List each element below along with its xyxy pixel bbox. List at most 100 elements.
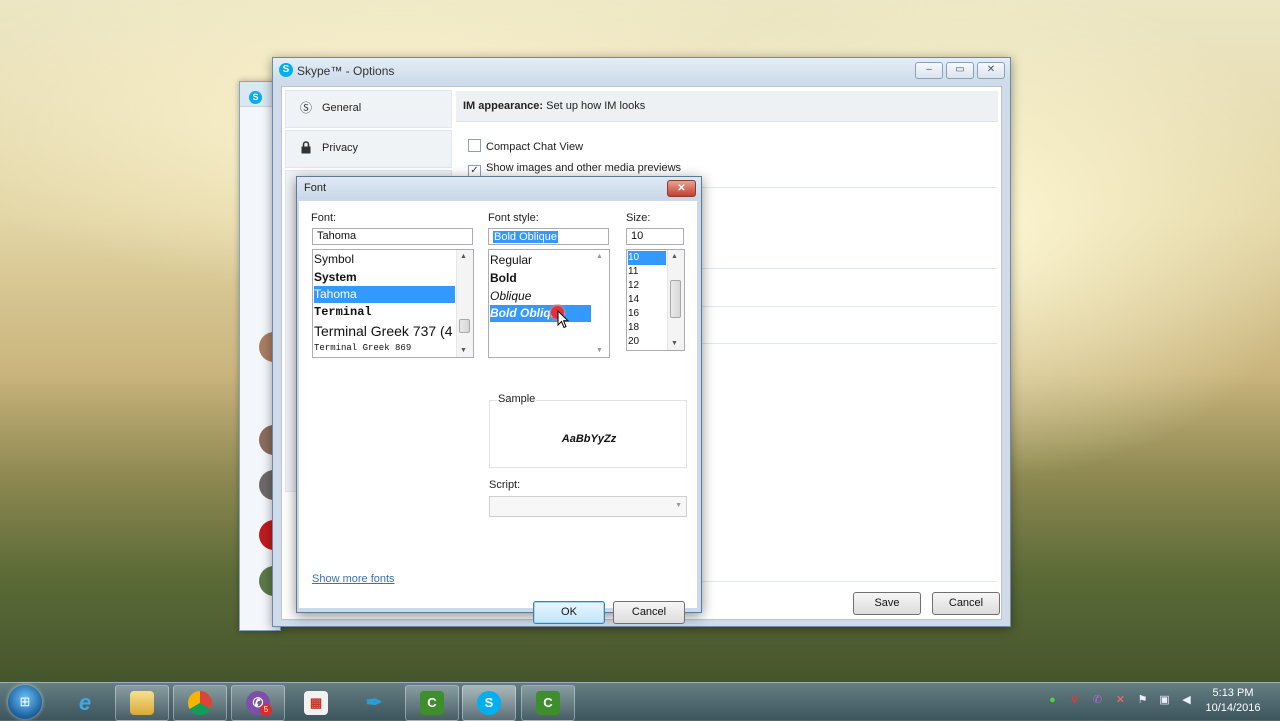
compact-chat-view-label: Compact Chat View — [486, 141, 584, 153]
skype-logo-icon: S — [279, 63, 293, 77]
font-list-item[interactable]: Symbol — [314, 251, 455, 268]
taskbar-file-explorer[interactable] — [115, 685, 169, 721]
font-style-scrollbar[interactable]: ▲ ▼ — [593, 250, 609, 357]
compact-chat-view-option[interactable]: Compact Chat View — [468, 139, 583, 153]
size-item[interactable]: 11 — [628, 265, 666, 279]
size-input[interactable] — [626, 228, 684, 245]
taskbar-office[interactable]: ▦ — [289, 685, 343, 721]
size-list-scrollbar[interactable]: ▲ ▼ — [667, 250, 684, 350]
taskbar-camtasia-recorder[interactable]: C — [521, 685, 575, 721]
save-button[interactable]: Save — [853, 592, 921, 615]
sample-text: AaBbYyZz — [561, 433, 617, 445]
file-explorer-icon — [130, 691, 154, 715]
show-more-fonts-link[interactable]: Show more fonts — [312, 573, 395, 585]
tray-vivaldi-icon[interactable]: V — [1068, 694, 1081, 707]
tray-network-error-icon[interactable]: ✕ — [1114, 694, 1127, 707]
camtasia-recorder-icon: C — [536, 691, 560, 715]
taskbar-viber[interactable]: ✆ 5 — [231, 685, 285, 721]
font-dialog-body: Font: Symbol System Tahoma Terminal Term… — [299, 201, 697, 624]
size-item[interactable]: 18 — [628, 321, 666, 335]
scroll-thumb[interactable] — [670, 280, 681, 318]
font-dialog-title: Font — [304, 182, 327, 194]
scroll-up-arrow-icon[interactable]: ▲ — [596, 253, 603, 260]
size-item[interactable]: 16 — [628, 307, 666, 321]
scroll-down-arrow-icon[interactable]: ▼ — [460, 347, 467, 354]
font-style-input[interactable]: Bold Oblique — [488, 228, 609, 245]
taskbar-chrome[interactable] — [173, 685, 227, 721]
font-list-item[interactable]: Terminal Greek 737 (4 — [314, 321, 455, 341]
font-style-item[interactable]: Regular — [490, 251, 591, 269]
close-button[interactable]: ✕ — [977, 62, 1005, 79]
font-dialog-close-button[interactable]: ✕ — [667, 180, 696, 197]
font-list-item[interactable]: Terminal — [314, 303, 455, 321]
im-appearance-header: IM appearance: Set up how IM looks — [456, 91, 998, 122]
font-style-item[interactable]: Oblique — [490, 287, 591, 305]
font-list-item-selected[interactable]: Tahoma — [314, 286, 455, 303]
chrome-icon — [188, 691, 212, 715]
font-cancel-button[interactable]: Cancel — [613, 601, 685, 624]
skype-logo-icon: S — [249, 91, 262, 104]
scroll-down-arrow-icon[interactable]: ▼ — [671, 340, 678, 347]
compact-chat-view-checkbox[interactable] — [468, 139, 481, 152]
scroll-up-arrow-icon[interactable]: ▲ — [671, 253, 678, 260]
show-media-previews-label: Show images and other media previews — [486, 162, 682, 174]
size-item[interactable]: 20 — [628, 335, 666, 349]
feather-app-icon: ✒ — [365, 692, 383, 714]
tray-status-icon[interactable]: ● — [1046, 694, 1059, 707]
size-item[interactable]: 12 — [628, 279, 666, 293]
tray-viber-icon[interactable]: ✆ — [1091, 694, 1104, 707]
start-button[interactable]: ⊞ — [8, 685, 42, 719]
size-item[interactable]: 14 — [628, 293, 666, 307]
font-name-input[interactable] — [312, 228, 473, 245]
tray-volume-icon[interactable]: ◀ — [1180, 694, 1193, 707]
minimize-button[interactable]: ‒ — [915, 62, 943, 79]
clock-date: 10/14/2016 — [1205, 702, 1261, 714]
size-label: Size: — [626, 212, 651, 224]
sample-label: Sample — [497, 393, 537, 405]
options-title-bar[interactable]: S Skype™ - Options ‒ ▭ ✕ — [273, 58, 1010, 82]
font-list[interactable]: Symbol System Tahoma Terminal Terminal G… — [312, 249, 474, 358]
windows-logo-icon: ⊞ — [19, 694, 31, 709]
skype-icon: Ⓢ — [299, 101, 312, 115]
nav-item-general[interactable]: Ⓢ General — [285, 90, 452, 128]
nav-item-label: General — [322, 102, 362, 114]
taskbar-feather-app[interactable]: ✒ — [347, 685, 401, 721]
cancel-button[interactable]: Cancel — [932, 592, 1000, 615]
tray-flag-icon[interactable]: ⚑ — [1136, 694, 1149, 707]
chevron-down-icon: ▼ — [675, 502, 682, 509]
font-label: Font: — [311, 212, 337, 224]
mouse-cursor-icon — [557, 310, 569, 329]
options-window-title: Skype™ - Options — [297, 64, 395, 78]
font-list-item[interactable]: System — [314, 268, 455, 286]
taskbar-internet-explorer[interactable]: e — [58, 685, 112, 721]
font-dialog-title-bar[interactable]: Font ✕ — [297, 177, 701, 199]
taskbar-skype[interactable]: S — [462, 685, 516, 721]
taskbar-clock[interactable]: 5:13 PM 10/14/2016 — [1196, 686, 1270, 716]
tray-device-icon[interactable]: ▣ — [1158, 694, 1171, 707]
size-list[interactable]: 10 11 12 14 16 18 20 ▲ ▼ — [626, 249, 685, 351]
font-list-scrollbar[interactable]: ▲ ▼ — [456, 250, 473, 357]
scroll-down-arrow-icon[interactable]: ▼ — [596, 347, 603, 354]
size-item-selected[interactable]: 10 — [628, 251, 666, 265]
script-label: Script: — [489, 479, 521, 491]
script-select[interactable]: ▼ — [489, 496, 687, 517]
im-appearance-heading: IM appearance: — [463, 100, 544, 112]
font-style-input-text: Bold Oblique — [493, 231, 558, 243]
viber-badge: 5 — [260, 704, 272, 716]
font-style-item-selected[interactable]: Bold Oblique — [490, 305, 591, 322]
maximize-button[interactable]: ▭ — [946, 62, 974, 79]
nav-item-label: Privacy — [322, 142, 359, 154]
font-list-item[interactable]: Terminal Greek 869 — [314, 341, 455, 356]
font-dialog: Font ✕ Font: Symbol System Tahoma Termin… — [296, 176, 702, 624]
font-style-item[interactable]: Bold — [490, 269, 591, 287]
ok-button[interactable]: OK — [533, 601, 605, 624]
im-appearance-description: Set up how IM looks — [546, 100, 646, 112]
taskbar-camtasia[interactable]: C — [405, 685, 459, 721]
font-style-list[interactable]: Regular Bold Oblique Bold Oblique ▲ ▼ — [488, 249, 610, 358]
lock-icon — [299, 141, 313, 155]
scroll-thumb[interactable] — [459, 319, 470, 333]
font-style-label: Font style: — [488, 212, 539, 224]
nav-item-privacy[interactable]: Privacy — [285, 130, 452, 168]
internet-explorer-icon: e — [78, 690, 92, 715]
scroll-up-arrow-icon[interactable]: ▲ — [460, 253, 467, 260]
